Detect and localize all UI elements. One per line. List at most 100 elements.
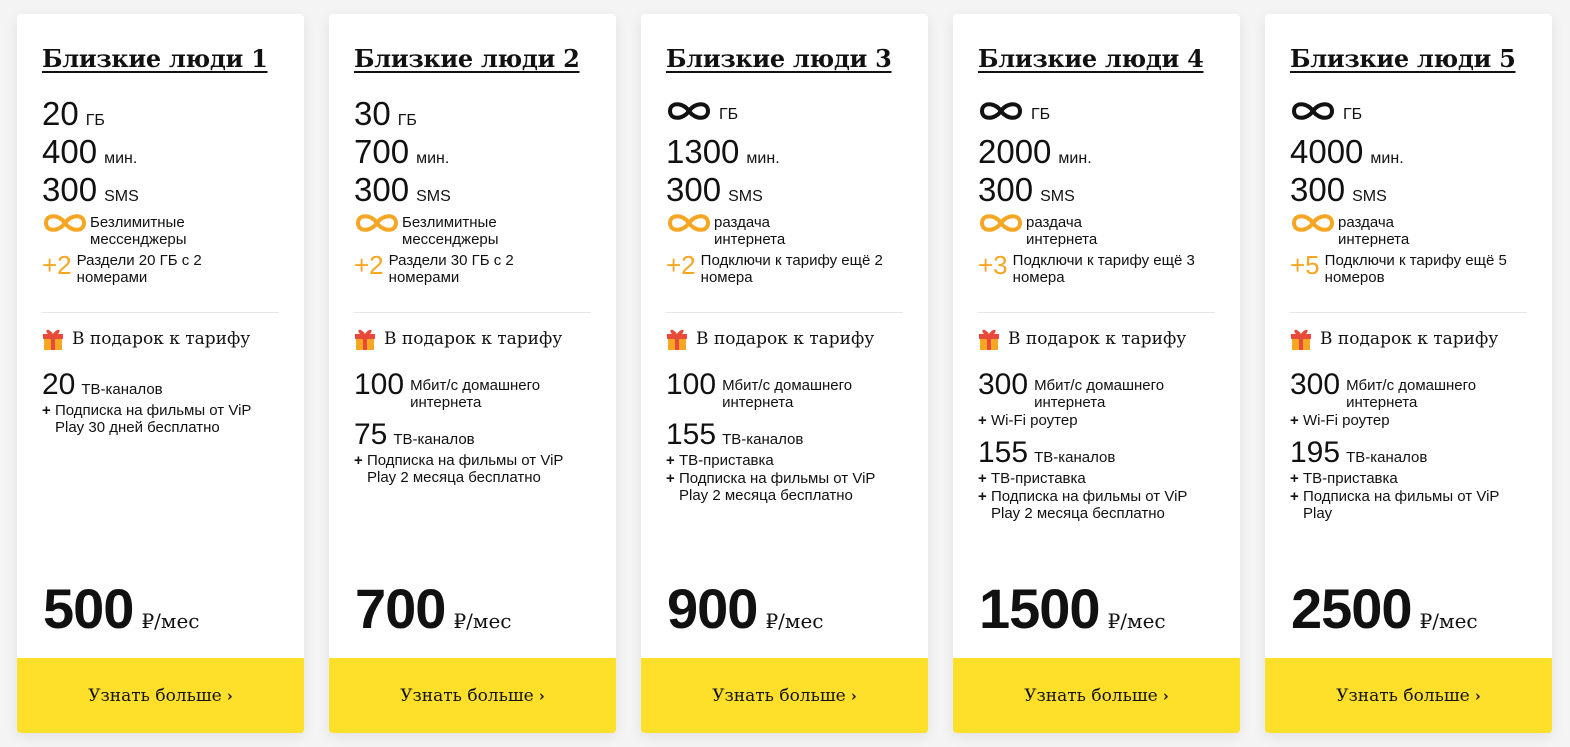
feature-text: раздача интернета [1026, 214, 1098, 248]
extra-count: +5 [1290, 250, 1320, 280]
learn-more-button[interactable]: Узнать больше › [641, 658, 928, 733]
tariff-title-link[interactable]: Близкие люди 2 [354, 44, 580, 73]
plus-icon: + [354, 452, 363, 469]
gift-item: 195 ТВ-каналов + ТВ-приставка + Подписка на… [1290, 437, 1527, 523]
gift-number: 155 [978, 436, 1029, 469]
divider [666, 312, 903, 313]
tariff-specs: ГБ 1300 мин. 300 SMS раздача интернета +2 П… [666, 95, 903, 286]
gift-number: 155 [666, 418, 717, 451]
gift-number: 100 [354, 368, 405, 401]
gift-heading-text: В подарок к тарифу [1320, 329, 1499, 349]
sms-value: 300 [1290, 171, 1346, 208]
tariff-card: Близкие люди 2 30 ГБ 700 мин. 300 SMS Безли… [329, 14, 616, 733]
extra-count: +3 [978, 250, 1008, 280]
infinity-icon [666, 99, 712, 123]
feature-unlimited: Безлимитные мессенджеры [354, 211, 591, 248]
sms-unit: SMS [728, 188, 763, 205]
gift-extra-text: ТВ-приставка [679, 452, 774, 469]
chevron-right-icon: › [1162, 686, 1169, 705]
data-unit: ГБ [1343, 106, 1363, 123]
tariff-title-link[interactable]: Близкие люди 5 [1290, 44, 1516, 73]
gift-extra-text: Wi-Fi роутер [991, 412, 1078, 429]
gift-extra-text: Подписка на фильмы от ViP Play [1303, 488, 1500, 522]
price: 700 ₽/мес [355, 576, 512, 641]
tariff-title-link[interactable]: Близкие люди 3 [666, 44, 892, 73]
gift-number: 75 [354, 418, 388, 451]
gift-text: ТВ-каналов [393, 431, 475, 448]
feature-text: Безлимитные мессенджеры [402, 214, 499, 248]
price-unit: ₽/мес [765, 609, 824, 633]
minutes-value: 2000 [978, 133, 1052, 170]
feature-extra-numbers: +2 Раздели 30 ГБ с 2 номерами [354, 250, 591, 286]
feature-text: Безлимитные мессенджеры [90, 214, 187, 248]
gift-extra-text: ТВ-приставка [1303, 470, 1398, 487]
learn-more-button[interactable]: Узнать больше › [1265, 658, 1552, 733]
chevron-right-icon: › [850, 686, 857, 705]
gift-extra: + ТВ-приставка [1290, 470, 1527, 487]
button-label: Узнать больше [712, 685, 846, 706]
gift-heading: В подарок к тарифу [1290, 327, 1527, 351]
data-value: 20 [42, 95, 79, 132]
sms-unit: SMS [1352, 188, 1387, 205]
spec-minutes: 400 мин. [42, 133, 279, 171]
price-value: 2500 [1291, 577, 1413, 640]
divider [42, 312, 279, 313]
price-value: 1500 [979, 577, 1101, 640]
gift-icon [354, 327, 384, 351]
sms-unit: SMS [1040, 188, 1075, 205]
plus-icon: + [666, 470, 675, 487]
feature-unlimited: раздача интернета [666, 211, 903, 248]
plus-icon: + [1290, 412, 1299, 429]
chevron-right-icon: › [1474, 686, 1481, 705]
gift-list: 20 ТВ-каналов + Подписка на фильмы от ViP… [42, 369, 279, 437]
gift-heading-text: В подарок к тарифу [72, 329, 251, 349]
feature-extra-numbers: +2 Подключи к тарифу ещё 2 номера [666, 250, 903, 286]
gift-heading-text: В подарок к тарифу [696, 329, 875, 349]
infinity-icon [978, 99, 1024, 123]
feature-extra-numbers: +3 Подключи к тарифу ещё 3 номера [978, 250, 1215, 286]
gift-heading: В подарок к тарифу [42, 327, 279, 351]
learn-more-button[interactable]: Узнать больше › [17, 658, 304, 733]
gift-extra: + Подписка на фильмы от ViP Play 2 месяца… [354, 452, 591, 486]
feature-text: Подключи к тарифу ещё 3 номера [1012, 252, 1195, 286]
gift-list: 100 Мбит/с домашнего интернета 155 ТВ-ка… [666, 369, 903, 505]
gift-extra: + Подписка на фильмы от ViP Play [1290, 488, 1527, 522]
tariff-specs: 20 ГБ 400 мин. 300 SMS Безлимитные мессендж… [42, 95, 279, 286]
plus-icon: + [42, 402, 51, 419]
button-label: Узнать больше [1024, 685, 1158, 706]
feature-unlimited: раздача интернета [1290, 211, 1527, 248]
gift-text: ТВ-каналов [1034, 449, 1116, 466]
tariff-card: Близкие люди 1 20 ГБ 400 мин. 300 SMS Безли… [17, 14, 304, 733]
gift-number: 300 [1290, 368, 1341, 401]
plus-icon: + [666, 452, 675, 469]
gift-extra: + Подписка на фильмы от ViP Play 2 месяца… [978, 488, 1215, 522]
feature-unlimited: Безлимитные мессенджеры [42, 211, 279, 248]
gift-list: 100 Мбит/с домашнего интернета 75 ТВ-кан… [354, 368, 591, 487]
gift-heading-text: В подарок к тарифу [384, 329, 563, 349]
gift-icon [42, 327, 72, 351]
feature-extra-numbers: +5 Подключи к тарифу ещё 5 номеров [1290, 250, 1527, 286]
feature-text: Раздели 20 ГБ с 2 номерами [76, 252, 202, 286]
tariff-title-link[interactable]: Близкие люди 4 [978, 44, 1204, 73]
gift-heading: В подарок к тарифу [978, 327, 1215, 351]
gift-text: Мбит/с домашнего интернета [1034, 377, 1165, 411]
data-unit: ГБ [85, 112, 105, 129]
gift-text: Мбит/с домашнего интернета [410, 377, 541, 411]
sms-value: 300 [666, 171, 722, 208]
tariff-title-link[interactable]: Близкие люди 1 [42, 44, 268, 73]
gift-item: 20 ТВ-каналов + Подписка на фильмы от ViP… [42, 369, 279, 437]
gift-list: 300 Мбит/с домашнего интернета + Wi-Fi ро… [1290, 368, 1527, 523]
extra-count: +2 [42, 250, 72, 280]
learn-more-button[interactable]: Узнать больше › [329, 658, 616, 733]
infinity-icon [978, 211, 1026, 239]
gift-icon [1290, 327, 1320, 351]
price: 900 ₽/мес [667, 576, 824, 641]
minutes-unit: мин. [416, 150, 450, 167]
minutes-value: 400 [42, 133, 98, 170]
learn-more-button[interactable]: Узнать больше › [953, 658, 1240, 733]
gift-item: 155 ТВ-каналов + ТВ-приставка + Подписка на… [666, 418, 903, 505]
button-label: Узнать больше [400, 685, 534, 706]
gift-extra: + ТВ-приставка [978, 470, 1215, 487]
minutes-value: 700 [354, 133, 410, 170]
button-label: Узнать больше [1336, 685, 1470, 706]
